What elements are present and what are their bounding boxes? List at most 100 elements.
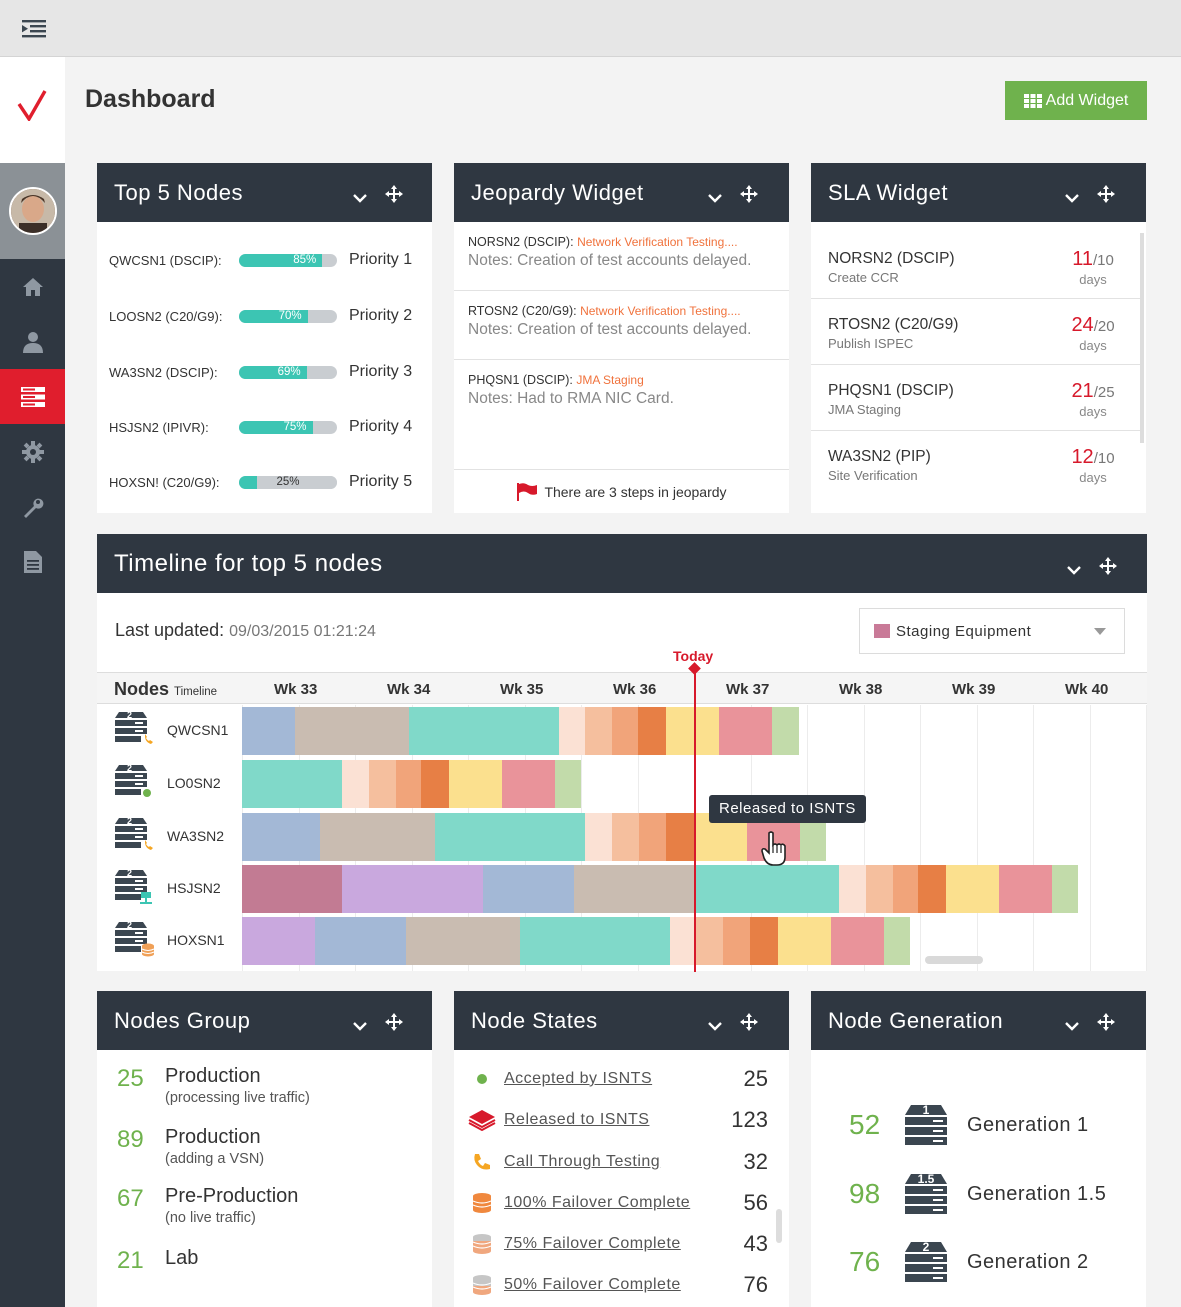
timeline-segment[interactable] <box>946 865 999 913</box>
jeopardy-task[interactable]: Network Verification Testing.... <box>580 304 741 318</box>
collapse-chevron-icon[interactable] <box>708 183 722 209</box>
move-icon[interactable] <box>1097 1011 1115 1037</box>
nodes-group-row[interactable]: 21 Lab <box>117 1247 198 1275</box>
timeline-segment[interactable] <box>918 865 946 913</box>
jeopardy-row[interactable]: NORSN2 (DSCIP): Network Verification Tes… <box>454 222 789 291</box>
node-state-link[interactable]: Accepted by ISNTS <box>504 1070 652 1088</box>
nav-user[interactable] <box>0 314 65 369</box>
jeopardy-row[interactable]: PHQSN1 (DSCIP): JMA Staging Notes: Had to… <box>454 360 789 429</box>
timeline-segment[interactable] <box>778 917 831 965</box>
timeline-scrollbar[interactable] <box>925 956 983 964</box>
collapse-chevron-icon[interactable] <box>353 183 367 209</box>
timeline-segment[interactable] <box>666 707 719 755</box>
node-state-link[interactable]: 50% Failover Complete <box>504 1276 681 1294</box>
timeline-segment[interactable] <box>719 707 772 755</box>
timeline-segment[interactable] <box>893 865 918 913</box>
jeopardy-task[interactable]: Network Verification Testing.... <box>577 235 738 249</box>
nodes-group-row[interactable]: 89 Production (adding a VSN) <box>117 1126 264 1167</box>
timeline-segment[interactable] <box>242 917 315 965</box>
timeline-segment[interactable] <box>666 813 696 861</box>
nodes-group-row[interactable]: 25 Production (processing live traffic) <box>117 1065 310 1106</box>
logo[interactable] <box>0 57 65 163</box>
timeline-segment[interactable] <box>696 917 723 965</box>
timeline-segment[interactable] <box>242 813 320 861</box>
collapse-chevron-icon[interactable] <box>708 1011 722 1037</box>
timeline-segment[interactable] <box>612 707 638 755</box>
timeline-segment[interactable] <box>884 917 910 965</box>
timeline-segment[interactable] <box>670 917 696 965</box>
timeline-segment[interactable] <box>612 813 639 861</box>
timeline-segment[interactable] <box>999 865 1052 913</box>
nav-servers[interactable] <box>0 369 65 424</box>
node-state-link[interactable]: Released to ISNTS <box>504 1111 649 1129</box>
timeline-segment[interactable] <box>315 917 406 965</box>
timeline-segment[interactable] <box>369 760 396 808</box>
timeline-segment[interactable] <box>342 760 369 808</box>
timeline-segment[interactable] <box>502 760 555 808</box>
timeline-node[interactable]: 2 HSJSN2 <box>113 863 243 913</box>
timeline-node[interactable]: 2 LO0SN2 <box>113 758 243 808</box>
move-icon[interactable] <box>740 183 758 209</box>
sla-row[interactable]: WA3SN2 (PIP) Site Verification 12/10 days <box>811 431 1141 497</box>
timeline-segment[interactable] <box>520 917 670 965</box>
timeline-segment[interactable] <box>342 865 483 913</box>
nav-settings[interactable] <box>0 424 65 479</box>
timeline-node[interactable]: 2 QWCSN1 <box>113 705 243 755</box>
jeopardy-task[interactable]: JMA Staging <box>576 373 643 387</box>
collapse-chevron-icon[interactable] <box>1067 554 1081 582</box>
node-generation-row[interactable]: 52 1 Generation 1 <box>849 1099 1089 1151</box>
timeline-segment[interactable] <box>242 760 342 808</box>
timeline-segment[interactable] <box>559 707 585 755</box>
timeline-segment[interactable] <box>866 865 893 913</box>
move-icon[interactable] <box>740 1011 758 1037</box>
timeline-segment[interactable] <box>421 760 449 808</box>
timeline-segment[interactable] <box>750 917 778 965</box>
timeline-segment[interactable] <box>320 813 435 861</box>
timeline-segment[interactable] <box>449 760 502 808</box>
move-icon[interactable] <box>385 1011 403 1037</box>
sla-row[interactable]: NORSN2 (DSCIP) Create CCR 11/10 days <box>811 233 1141 299</box>
node-states-scrollbar[interactable] <box>776 1209 782 1243</box>
timeline-node[interactable]: 2 HOXSN1 <box>113 915 243 965</box>
timeline-segment[interactable] <box>406 917 520 965</box>
timeline-segment[interactable] <box>555 760 581 808</box>
sla-row[interactable]: PHQSN1 (DSCIP) JMA Staging 21/25 days <box>811 365 1141 431</box>
move-icon[interactable] <box>1097 183 1115 209</box>
jeopardy-row[interactable]: RTOSN2 (C20/G9): Network Verification Te… <box>454 291 789 360</box>
timeline-segment[interactable] <box>242 707 295 755</box>
collapse-chevron-icon[interactable] <box>1065 1011 1079 1037</box>
node-state-link[interactable]: 75% Failover Complete <box>504 1235 681 1253</box>
timeline-segment[interactable] <box>242 865 342 913</box>
timeline-segment[interactable] <box>585 707 612 755</box>
timeline-segment[interactable] <box>1052 865 1078 913</box>
move-icon[interactable] <box>1099 554 1117 582</box>
nav-documents[interactable] <box>0 534 65 589</box>
add-widget-button[interactable]: Add Widget <box>1005 81 1147 120</box>
node-generation-row[interactable]: 76 2 Generation 2 <box>849 1236 1089 1288</box>
sla-row[interactable]: RTOSN2 (C20/G9) Publish ISPEC 24/20 days <box>811 299 1141 365</box>
timeline-segment[interactable] <box>696 865 839 913</box>
node-state-link[interactable]: Call Through Testing <box>504 1153 660 1171</box>
collapse-chevron-icon[interactable] <box>1065 183 1079 209</box>
timeline-segment[interactable] <box>772 707 799 755</box>
timeline-segment[interactable] <box>295 707 409 755</box>
timeline-segment[interactable] <box>831 917 884 965</box>
timeline-node[interactable]: 2 WA3SN2 <box>113 811 243 861</box>
nodes-group-row[interactable]: 67 Pre-Production (no live traffic) <box>117 1185 298 1226</box>
timeline-segment[interactable] <box>723 917 750 965</box>
nav-tools[interactable] <box>0 479 65 534</box>
nav-home[interactable] <box>0 259 65 314</box>
timeline-segment[interactable] <box>638 707 666 755</box>
avatar[interactable] <box>9 187 57 235</box>
collapse-chevron-icon[interactable] <box>353 1011 367 1037</box>
node-state-link[interactable]: 100% Failover Complete <box>504 1194 690 1212</box>
menu-toggle-icon[interactable] <box>22 20 48 38</box>
timeline-segment[interactable] <box>409 707 559 755</box>
timeline-segment[interactable] <box>839 865 866 913</box>
phase-select[interactable]: Staging Equipment <box>859 608 1125 654</box>
node-generation-row[interactable]: 98 1.5 Generation 1.5 <box>849 1168 1106 1220</box>
timeline-segment[interactable] <box>483 865 574 913</box>
timeline-segment[interactable] <box>574 865 696 913</box>
timeline-segment[interactable] <box>396 760 421 808</box>
timeline-segment[interactable] <box>435 813 585 861</box>
